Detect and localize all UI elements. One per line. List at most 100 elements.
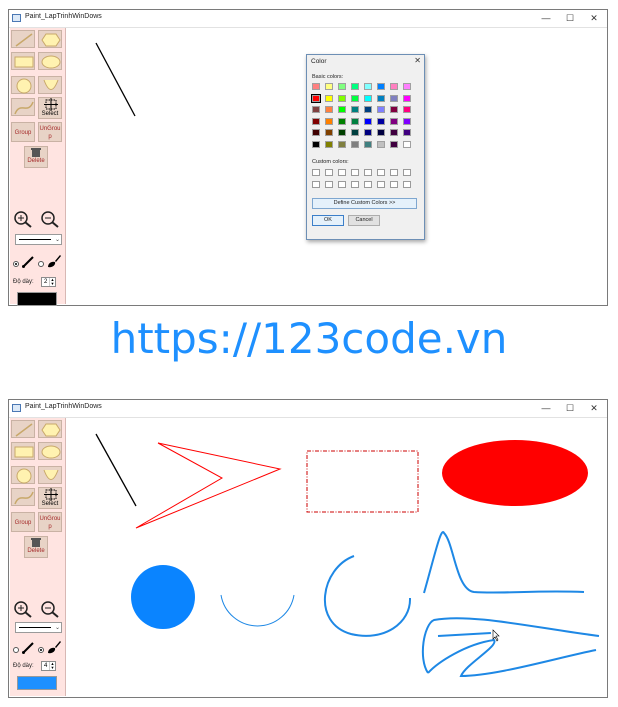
zoom-in-button[interactable] xyxy=(13,210,33,228)
basic-color-swatch[interactable] xyxy=(377,140,385,148)
circle-tool-button[interactable] xyxy=(11,466,35,484)
ellipse-tool-button[interactable] xyxy=(38,52,62,70)
basic-color-swatch[interactable] xyxy=(351,140,359,148)
dialog-close-button[interactable]: ✕ xyxy=(414,56,421,65)
custom-color-swatch[interactable] xyxy=(377,169,385,176)
basic-color-swatch[interactable] xyxy=(338,106,346,113)
select-tool-button[interactable]: Select xyxy=(38,487,62,509)
basic-color-swatch[interactable] xyxy=(338,129,346,136)
custom-color-swatch[interactable] xyxy=(351,180,359,188)
custom-color-swatch[interactable] xyxy=(351,169,359,176)
delete-button[interactable]: Delete xyxy=(24,146,48,168)
brush-radio[interactable] xyxy=(38,261,44,267)
basic-color-swatch[interactable] xyxy=(364,129,372,136)
group-button[interactable]: Group xyxy=(11,512,35,532)
basic-color-swatch[interactable] xyxy=(325,94,333,102)
basic-color-swatch[interactable] xyxy=(403,117,411,125)
blue-straight-line-shape[interactable] xyxy=(437,632,492,637)
basic-color-swatch[interactable] xyxy=(351,106,359,113)
basic-color-swatch[interactable] xyxy=(338,83,346,90)
minimize-button[interactable]: — xyxy=(535,401,557,416)
maximize-button[interactable]: ☐ xyxy=(559,11,581,26)
cancel-button[interactable]: Cancel xyxy=(348,215,380,226)
blue-thick-arc-shape[interactable] xyxy=(324,555,412,637)
basic-color-swatch[interactable] xyxy=(338,117,346,125)
current-color-swatch[interactable] xyxy=(17,676,57,690)
red-filled-ellipse-shape[interactable] xyxy=(442,440,588,506)
basic-color-swatch[interactable] xyxy=(403,94,411,102)
custom-color-swatch[interactable] xyxy=(390,180,398,188)
custom-color-swatch[interactable] xyxy=(312,169,320,176)
basic-color-swatch[interactable] xyxy=(312,140,320,148)
basic-color-swatch[interactable] xyxy=(390,94,398,102)
rectangle-tool-button[interactable] xyxy=(11,442,35,460)
arc-tool-button[interactable] xyxy=(38,76,62,94)
ellipse-tool-button[interactable] xyxy=(38,442,62,460)
basic-color-swatch[interactable] xyxy=(351,83,359,90)
basic-color-swatch[interactable] xyxy=(364,94,372,102)
spin-down-icon[interactable]: ▼ xyxy=(49,666,55,670)
blue-curve-shape[interactable] xyxy=(423,531,585,594)
basic-color-swatch[interactable] xyxy=(364,106,372,113)
custom-color-swatch[interactable] xyxy=(390,169,398,176)
thickness-spinner[interactable]: 2 ▲ ▼ xyxy=(41,277,56,287)
basic-color-swatch[interactable] xyxy=(312,129,320,136)
basic-color-swatch[interactable] xyxy=(311,93,321,103)
arc-tool-button[interactable] xyxy=(38,466,62,484)
black-line-shape[interactable] xyxy=(95,433,137,507)
basic-color-swatch[interactable] xyxy=(325,106,333,113)
line-style-combo[interactable]: ⌄ xyxy=(15,622,62,633)
basic-color-swatch[interactable] xyxy=(338,94,346,102)
group-button[interactable]: Group xyxy=(11,122,35,142)
custom-color-swatch[interactable] xyxy=(377,180,385,188)
thickness-spinner[interactable]: 4 ▲ ▼ xyxy=(41,661,56,671)
zoom-out-button[interactable] xyxy=(40,600,60,618)
line-style-combo[interactable]: ⌄ xyxy=(15,234,62,245)
basic-color-swatch[interactable] xyxy=(312,83,320,90)
black-line-shape[interactable] xyxy=(95,42,136,117)
pen-radio[interactable] xyxy=(13,647,19,653)
basic-color-swatch[interactable] xyxy=(377,117,385,125)
basic-color-swatch[interactable] xyxy=(390,129,398,136)
select-tool-button[interactable]: Select xyxy=(38,97,62,119)
basic-color-swatch[interactable] xyxy=(325,83,333,90)
red-arrow-polygon-shape[interactable] xyxy=(135,442,282,529)
basic-color-swatch[interactable] xyxy=(364,140,372,148)
basic-color-swatch[interactable] xyxy=(325,129,333,136)
custom-color-swatch[interactable] xyxy=(403,180,411,188)
pen-radio[interactable] xyxy=(13,261,19,267)
blue-thin-arc-shape[interactable] xyxy=(220,594,295,627)
blue-filled-circle-shape[interactable] xyxy=(131,565,195,629)
curve-tool-button[interactable] xyxy=(11,98,35,116)
maximize-button[interactable]: ☐ xyxy=(559,401,581,416)
polygon-tool-button[interactable] xyxy=(38,420,62,438)
basic-color-swatch[interactable] xyxy=(338,140,346,148)
minimize-button[interactable]: — xyxy=(535,11,557,26)
basic-color-swatch[interactable] xyxy=(351,94,359,102)
custom-color-swatch[interactable] xyxy=(312,180,320,188)
brush-radio[interactable] xyxy=(38,647,44,653)
current-color-swatch[interactable] xyxy=(17,292,57,306)
basic-color-swatch[interactable] xyxy=(390,140,398,148)
custom-color-swatch[interactable] xyxy=(403,169,411,176)
line-tool-button[interactable] xyxy=(11,30,35,48)
ok-button[interactable]: OK xyxy=(312,215,344,226)
circle-tool-button[interactable] xyxy=(11,76,35,94)
line-tool-button[interactable] xyxy=(11,420,35,438)
zoom-out-button[interactable] xyxy=(40,210,60,228)
blue-zigzag-curve-shape[interactable] xyxy=(421,617,600,678)
polygon-tool-button[interactable] xyxy=(38,30,62,48)
ungroup-button[interactable]: UnGrou p xyxy=(38,122,62,142)
basic-color-swatch[interactable] xyxy=(351,129,359,136)
basic-color-swatch[interactable] xyxy=(390,117,398,125)
basic-color-swatch[interactable] xyxy=(390,106,398,113)
rectangle-tool-button[interactable] xyxy=(11,52,35,70)
basic-color-swatch[interactable] xyxy=(364,117,372,125)
basic-color-swatch[interactable] xyxy=(312,117,320,125)
custom-color-swatch[interactable] xyxy=(338,169,346,176)
basic-color-swatch[interactable] xyxy=(325,140,333,148)
basic-color-swatch[interactable] xyxy=(377,83,385,90)
dashed-rectangle-shape[interactable] xyxy=(306,450,419,513)
basic-color-swatch[interactable] xyxy=(325,117,333,125)
curve-tool-button[interactable] xyxy=(11,488,35,506)
